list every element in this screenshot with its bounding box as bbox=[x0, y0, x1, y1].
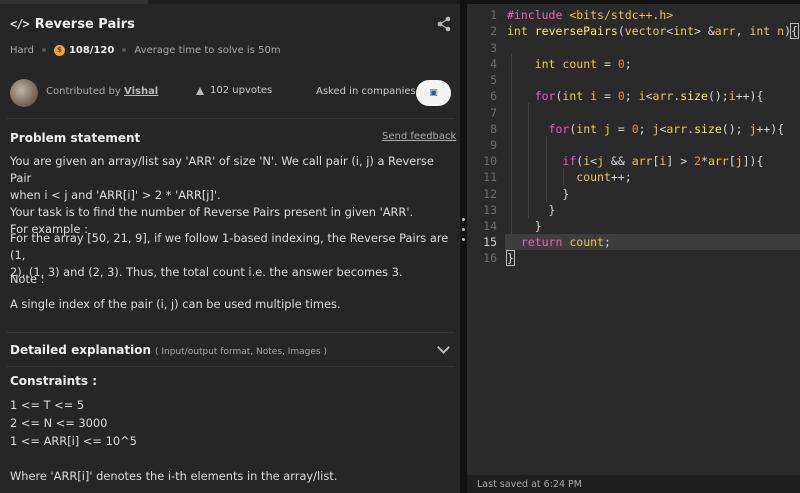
note-label: Note : bbox=[10, 272, 45, 286]
code-line[interactable]: for(int j = 0; j<arr.size(); j++){ bbox=[507, 122, 785, 136]
line-number: 7 bbox=[490, 106, 497, 120]
divider bbox=[6, 332, 454, 333]
note-text: A single index of the pair (i, j) can be… bbox=[10, 297, 341, 311]
detailed-explanation-title: Detailed explanation bbox=[10, 343, 152, 357]
constraint-item: 1 <= ARR[i] <= 10^5 bbox=[10, 434, 137, 448]
statement-line: Your task is to find the number of Rever… bbox=[10, 205, 414, 219]
detailed-explanation-toggle[interactable]: Detailed explanation( Input/output forma… bbox=[10, 343, 327, 357]
company-logo-mark: ▣ bbox=[429, 88, 438, 98]
line-number: 9 bbox=[490, 138, 497, 152]
code-line[interactable]: count++; bbox=[507, 170, 631, 184]
line-number: 10 bbox=[483, 154, 497, 168]
contributor-text: Contributed by Vishal bbox=[46, 86, 158, 97]
resize-dot bbox=[462, 218, 465, 221]
problem-statement-heading: Problem statement bbox=[10, 131, 141, 145]
problem-meta: Hard $ 108/120 Average time to solve is … bbox=[10, 42, 281, 58]
divider bbox=[6, 366, 454, 367]
constraint-item: 1 <= T <= 5 bbox=[10, 398, 85, 412]
send-feedback-link[interactable]: Send feedback bbox=[382, 131, 456, 142]
upvote-count: 102 upvotes bbox=[210, 85, 273, 96]
panel-resize-handle[interactable] bbox=[460, 0, 467, 493]
last-saved-label: Last saved at 6:24 PM bbox=[477, 479, 582, 490]
line-number: 15 bbox=[483, 235, 497, 249]
meta-separator bbox=[122, 48, 127, 52]
line-number: 1 bbox=[490, 8, 497, 22]
line-number: 16 bbox=[483, 251, 497, 265]
statement-line: You are given an array/list say 'ARR' of… bbox=[10, 154, 434, 185]
contributor-row: Contributed by Vishal 102 upvotes Asked … bbox=[0, 76, 460, 110]
line-number: 2 bbox=[490, 24, 497, 38]
code-line[interactable]: int reversePairs(vector<int> &arr, int n… bbox=[507, 23, 799, 39]
constraints-heading: Constraints : bbox=[10, 374, 97, 388]
arrow-up-icon bbox=[196, 86, 204, 95]
company-logo[interactable]: ▣ bbox=[416, 80, 451, 106]
line-number: 14 bbox=[483, 219, 497, 233]
app-window: </> Reverse Pairs Hard $ 108/120 Average… bbox=[0, 0, 800, 493]
code-icon: </> bbox=[10, 17, 30, 31]
line-number: 8 bbox=[490, 122, 497, 136]
statement-line: when i < j and 'ARR[i]' > 2 * 'ARR[j]'. bbox=[10, 188, 221, 202]
top-tab-strip bbox=[0, 0, 460, 4]
problem-header: </> Reverse Pairs bbox=[10, 14, 135, 34]
example-line: For the array [50, 21, 9], if we follow … bbox=[10, 231, 449, 262]
code-line[interactable]: if(i<j && arr[i] > 2*arr[j]){ bbox=[507, 154, 763, 168]
code-editor[interactable]: 1 2 3 4 5 6 7 8 9 10 11 12 13 14 15 16 #include <bits/s… bbox=[467, 4, 800, 475]
editor-status-bar: Last saved at 6:24 PM bbox=[467, 475, 800, 493]
resize-dot bbox=[462, 238, 465, 241]
score-label: 108/120 bbox=[68, 44, 115, 56]
code-line[interactable]: for(int i = 0; i<arr.size();i++){ bbox=[507, 89, 764, 103]
line-number: 6 bbox=[490, 89, 497, 103]
line-number: 13 bbox=[483, 203, 497, 217]
line-number: 11 bbox=[483, 170, 497, 184]
avatar bbox=[10, 79, 38, 107]
statement-paragraph: You are given an array/list say 'ARR' of… bbox=[10, 153, 456, 238]
active-tab-indicator bbox=[0, 0, 148, 4]
line-number: 5 bbox=[490, 73, 497, 87]
meta-separator bbox=[41, 48, 46, 52]
line-number: 4 bbox=[490, 57, 497, 71]
contributor-prefix: Contributed by bbox=[46, 86, 121, 97]
constraints-footer: Where 'ARR[i]' denotes the i-th elements… bbox=[10, 469, 338, 483]
code-line[interactable]: return count; bbox=[507, 235, 611, 249]
contributor-link[interactable]: Vishal bbox=[124, 86, 158, 97]
detailed-explanation-subtitle: ( Input/output format, Notes, Images ) bbox=[155, 347, 327, 357]
avg-time-label: Average time to solve is 50m bbox=[134, 44, 281, 56]
constraint-item: 2 <= N <= 3000 bbox=[10, 416, 108, 430]
upvote-button[interactable]: 102 upvotes bbox=[196, 85, 272, 96]
coin-icon: $ bbox=[53, 44, 65, 56]
code-line[interactable]: } bbox=[507, 187, 569, 201]
line-number: 12 bbox=[483, 187, 497, 201]
line-number: 3 bbox=[490, 41, 497, 55]
code-line[interactable]: } bbox=[507, 219, 542, 233]
problem-title: Reverse Pairs bbox=[34, 16, 135, 32]
problem-panel: </> Reverse Pairs Hard $ 108/120 Average… bbox=[0, 0, 460, 493]
share-icon[interactable] bbox=[436, 16, 452, 32]
code-line[interactable]: #include <bits/stdc++.h> bbox=[507, 8, 673, 22]
difficulty-label: Hard bbox=[10, 44, 34, 56]
resize-dot bbox=[462, 228, 465, 231]
code-line[interactable]: } bbox=[506, 250, 515, 266]
chevron-down-icon[interactable] bbox=[437, 341, 450, 354]
code-line[interactable]: } bbox=[507, 203, 556, 217]
code-line[interactable]: int count = 0; bbox=[507, 57, 632, 71]
divider bbox=[6, 118, 454, 119]
asked-in-label: Asked in companies bbox=[316, 86, 416, 97]
